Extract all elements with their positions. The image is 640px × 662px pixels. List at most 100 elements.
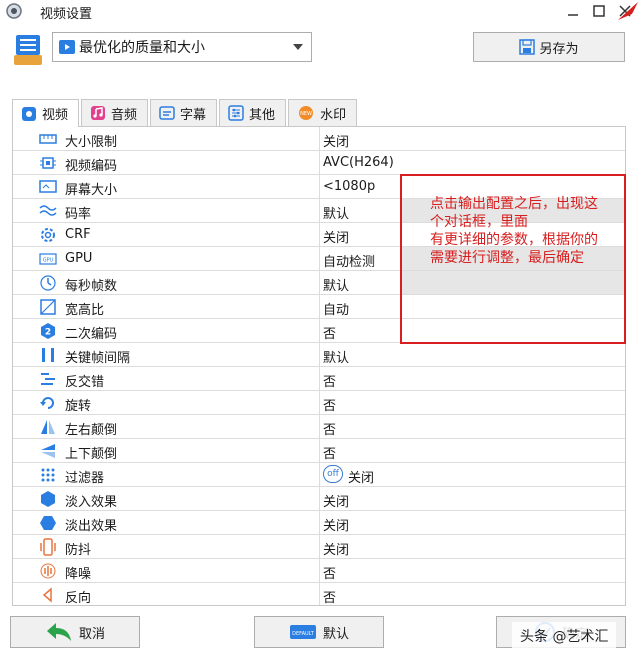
setting-row-filter[interactable]: 过滤器 off 关闭 — [13, 463, 625, 487]
setting-value-cell[interactable]: 否 — [319, 367, 625, 390]
setting-value: 关闭 — [323, 519, 350, 534]
setting-value: 否 — [323, 375, 337, 390]
floppy-icon — [519, 39, 536, 55]
fade-in-icon — [41, 491, 55, 507]
back-arrow-icon — [46, 623, 71, 641]
window-title: 视频设置 — [40, 7, 93, 22]
setting-value: 自动 — [323, 303, 350, 318]
fade-out-icon — [40, 516, 56, 530]
tab-video[interactable]: 视频 — [12, 99, 80, 127]
gpu-icon: GPU — [39, 253, 57, 265]
setting-row-flip-horizontal[interactable]: 左右颠倒 否 — [13, 415, 625, 439]
setting-value-cell[interactable]: 否 — [319, 583, 625, 606]
aspect-icon — [40, 299, 56, 315]
denoise-icon — [40, 563, 56, 579]
svg-text:DEFAULT: DEFAULT — [292, 631, 315, 637]
subtitle-icon — [159, 106, 175, 120]
setting-value: <1080p — [323, 179, 376, 194]
setting-value-cell[interactable]: 否 — [319, 559, 625, 582]
setting-value: 默认 — [323, 207, 350, 222]
minimize-icon — [568, 14, 578, 16]
setting-label: 过滤器 — [65, 471, 105, 486]
setting-label: GPU — [65, 251, 93, 266]
setting-row-fade-out[interactable]: 淡出效果 关闭 — [13, 511, 625, 535]
setting-row-denoise[interactable]: 降噪 否 — [13, 559, 625, 583]
setting-row-video-codec[interactable]: 视频编码 AVC(H264) — [13, 151, 625, 175]
setting-value-cell[interactable]: 否 — [319, 391, 625, 414]
setting-value-cell[interactable]: off 关闭 — [319, 463, 625, 486]
setting-value-cell[interactable]: 关闭 — [319, 535, 625, 558]
setting-label: 反向 — [65, 591, 92, 606]
sliders-icon — [228, 105, 244, 121]
setting-label: 左右颠倒 — [65, 423, 118, 438]
profile-selected-value: 最优化的质量和大小 — [79, 40, 205, 56]
off-toggle-icon[interactable]: off — [323, 465, 343, 483]
setting-value: 关闭 — [323, 135, 350, 150]
tab-subtitle[interactable]: 字幕 — [150, 99, 218, 126]
setting-row-rotate[interactable]: 旋转 否 — [13, 391, 625, 415]
setting-row-flip-vertical[interactable]: 上下颠倒 否 — [13, 439, 625, 463]
setting-value-cell[interactable]: 关闭 — [319, 511, 625, 534]
chip-icon — [40, 157, 56, 169]
tab-audio[interactable]: 音频 — [81, 99, 149, 126]
save-as-label: 另存为 — [539, 41, 579, 57]
setting-row-size-limit[interactable]: 大小限制 关闭 — [13, 127, 625, 151]
setting-value: 默认 — [323, 351, 350, 366]
setting-label: 屏幕大小 — [65, 183, 118, 198]
svg-text:NEW: NEW — [300, 111, 312, 117]
gear-icon — [41, 228, 55, 242]
setting-value: 自动检测 — [323, 255, 376, 270]
screen-icon — [39, 180, 57, 193]
setting-label: 淡出效果 — [65, 519, 118, 534]
setting-row-deinterlace[interactable]: 反交错 否 — [13, 367, 625, 391]
fps-icon — [40, 275, 56, 291]
maximize-icon — [593, 5, 605, 17]
setting-value-cell[interactable]: 否 — [319, 415, 625, 438]
annotation-line: 需要进行调整，最后确定 — [430, 250, 584, 266]
setting-row-keyframe-interval[interactable]: 关键帧间隔 默认 — [13, 343, 625, 367]
tab-watermark-label: 水印 — [320, 107, 347, 123]
setting-value: 否 — [323, 447, 337, 462]
ruler-icon — [39, 134, 57, 144]
annotation-line: 个对话框，里面 — [430, 214, 528, 230]
setting-value-cell[interactable]: 默认 — [319, 343, 625, 366]
flip-vertical-icon — [41, 444, 55, 458]
setting-value-cell[interactable]: 否 — [319, 439, 625, 462]
setting-label: 二次编码 — [65, 327, 118, 342]
setting-label: 淡入效果 — [65, 495, 118, 510]
settings-tabs: 视频 音频 字幕 其他 NEW 水印 — [12, 99, 359, 127]
setting-label: 大小限制 — [65, 135, 118, 150]
setting-label: 反交错 — [65, 375, 105, 390]
setting-value-cell[interactable]: AVC(H264) — [319, 151, 625, 174]
cancel-button[interactable]: 取消 — [10, 616, 140, 648]
setting-label: 宽高比 — [65, 303, 105, 318]
setting-value: 默认 — [323, 279, 350, 294]
tab-audio-label: 音频 — [111, 107, 138, 123]
setting-value: 否 — [323, 591, 337, 606]
tab-watermark[interactable]: NEW 水印 — [288, 99, 358, 126]
save-as-button[interactable]: 另存为 — [473, 32, 625, 62]
setting-row-stabilize[interactable]: 防抖 关闭 — [13, 535, 625, 559]
setting-value: 关闭 — [323, 543, 350, 558]
setting-row-reverse[interactable]: 反向 否 — [13, 583, 625, 606]
setting-value-cell[interactable]: 关闭 — [319, 487, 625, 510]
setting-value: 关闭 — [348, 471, 375, 486]
minimize-button[interactable] — [560, 0, 586, 22]
maximize-button[interactable] — [586, 0, 612, 22]
rotate-icon — [40, 397, 54, 409]
setting-value-cell[interactable]: 关闭 — [319, 127, 625, 150]
default-button[interactable]: DEFAULT 默认 — [254, 616, 384, 648]
setting-label: 关键帧间隔 — [65, 351, 131, 366]
setting-row-fade-in[interactable]: 淡入效果 关闭 — [13, 487, 625, 511]
default-label: 默认 — [322, 626, 349, 642]
film-icon — [59, 40, 75, 54]
tab-other[interactable]: 其他 — [219, 99, 287, 126]
profile-dropdown[interactable]: 最优化的质量和大小 — [52, 32, 312, 62]
stabilize-icon — [40, 538, 56, 556]
tab-video-label: 视频 — [42, 108, 69, 123]
setting-label: 上下颠倒 — [65, 447, 118, 462]
setting-label: 视频编码 — [65, 159, 118, 174]
red-arrow-icon — [618, 2, 638, 20]
annotation-line: 点击输出配置之后，出现这 — [430, 196, 598, 212]
svg-text:2: 2 — [45, 328, 51, 338]
